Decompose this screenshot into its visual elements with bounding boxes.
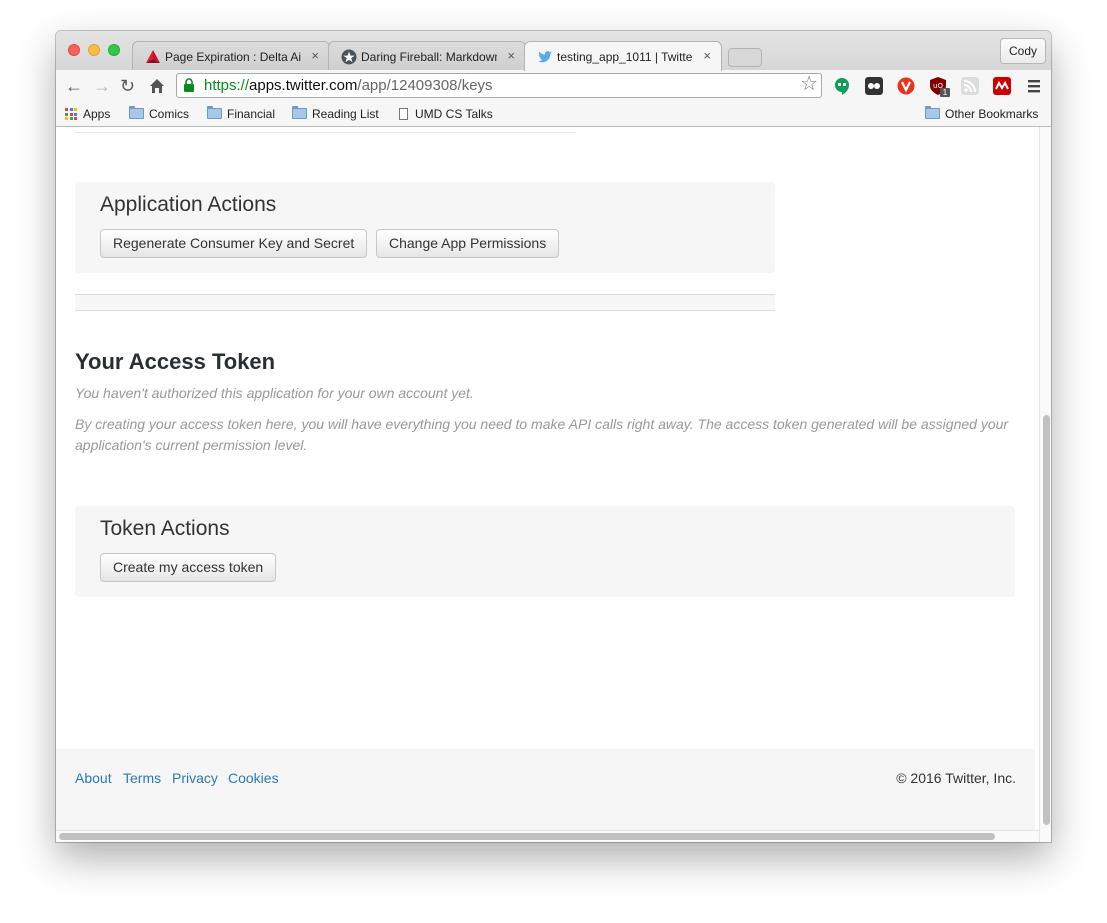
copyright-text: © 2016 Twitter, Inc.: [896, 770, 1016, 786]
divider: [75, 132, 576, 133]
page-icon: [399, 108, 408, 120]
page-footer: About Terms Privacy Cookies © 2016 Twitt…: [56, 749, 1035, 830]
regenerate-consumer-key-button[interactable]: Regenerate Consumer Key and Secret: [100, 229, 368, 258]
ublock-badge: 1: [940, 88, 950, 97]
bookmark-comics[interactable]: Comics: [129, 106, 189, 122]
bookmark-label: Reading List: [312, 107, 379, 121]
bookmark-label: Financial: [227, 107, 276, 121]
hangouts-icon[interactable]: [833, 77, 851, 95]
footer-link-privacy[interactable]: Privacy: [172, 770, 218, 786]
bookmark-apps[interactable]: Apps: [65, 106, 110, 122]
apps-grid-icon: [65, 108, 77, 120]
footer-link-terms[interactable]: Terms: [123, 770, 161, 786]
new-tab-button[interactable]: [728, 48, 762, 67]
vivaldi-icon[interactable]: [897, 77, 915, 95]
application-actions-title: Application Actions: [100, 193, 277, 216]
zoom-window-button[interactable]: [108, 44, 120, 56]
bookmark-label: UMD CS Talks: [415, 107, 493, 121]
tab-strip: Page Expiration : Delta Air Lines × Dari…: [56, 31, 1051, 71]
tab-twitter-apps[interactable]: testing_app_1011 | Twitter Apps ×: [524, 41, 722, 71]
url-scheme: https://: [204, 77, 250, 94]
ghostery-icon[interactable]: [865, 77, 883, 95]
bookmark-label: Other Bookmarks: [945, 107, 1039, 121]
not-authorized-text: You haven't authorized this application …: [75, 385, 474, 401]
home-icon[interactable]: [149, 78, 165, 94]
access-token-title: Your Access Token: [75, 349, 276, 374]
forward-arrow-icon[interactable]: →: [93, 77, 111, 95]
tab-title: Daring Fireball: Markdown Syntax: [361, 50, 497, 64]
tab-daring-fireball[interactable]: Daring Fireball: Markdown Syntax ×: [328, 41, 526, 70]
tab-title: Page Expiration : Delta Air Lines: [165, 50, 301, 64]
close-tab-icon[interactable]: ×: [311, 48, 319, 63]
create-access-token-button[interactable]: Create my access token: [100, 553, 277, 582]
browser-window: Page Expiration : Delta Air Lines × Dari…: [56, 31, 1051, 842]
bookmark-financial[interactable]: Financial: [207, 106, 275, 122]
page-viewport: Application Actions Regenerate Consumer …: [56, 127, 1051, 842]
delta-logo-icon: [146, 50, 160, 63]
divider: [75, 294, 775, 311]
menu-hamburger-icon[interactable]: [1025, 77, 1043, 95]
horizontal-scrollbar-thumb[interactable]: [59, 833, 995, 840]
rss-icon[interactable]: [961, 77, 979, 95]
folder-icon: [207, 106, 222, 119]
twitter-bird-icon: [538, 51, 552, 63]
bookmark-umd-cs-talks[interactable]: UMD CS Talks: [399, 106, 493, 122]
bookmark-other[interactable]: Other Bookmarks: [925, 106, 1038, 122]
profile-button[interactable]: Cody: [999, 38, 1046, 64]
folder-icon: [925, 106, 940, 119]
access-token-description: By creating your access token here, you …: [75, 416, 1009, 453]
bookmarks-bar: Apps Comics Financial Reading List UMD C…: [56, 102, 1051, 127]
tab-title: testing_app_1011 | Twitter Apps: [557, 50, 693, 64]
bookmark-label: Comics: [149, 107, 190, 121]
close-tab-icon[interactable]: ×: [507, 48, 515, 63]
bookmark-star-icon[interactable]: ☆: [800, 73, 818, 96]
token-actions-panel: Token Actions Create my access token: [75, 506, 1015, 597]
folder-icon: [129, 106, 144, 119]
bookmark-label: Apps: [83, 107, 111, 121]
daring-fireball-star-icon: [341, 49, 357, 65]
url-path: /app/12409308/keys: [357, 77, 493, 94]
address-bar[interactable]: https://apps.twitter.com/app/12409308/ke…: [176, 73, 822, 98]
browser-toolbar: ← → ↻ https://apps.twitter.com/app/12409…: [56, 70, 1051, 102]
back-arrow-icon[interactable]: ←: [65, 77, 83, 95]
folder-icon: [292, 106, 307, 119]
vertical-scrollbar[interactable]: [1039, 127, 1051, 842]
reload-icon[interactable]: ↻: [120, 77, 135, 95]
url-host: apps.twitter.com: [249, 77, 358, 94]
token-actions-title: Token Actions: [100, 517, 230, 540]
footer-link-cookies[interactable]: Cookies: [228, 770, 279, 786]
application-actions-panel: Application Actions Regenerate Consumer …: [75, 182, 775, 273]
horizontal-scrollbar[interactable]: [56, 830, 1039, 842]
bookmark-reading-list[interactable]: Reading List: [292, 106, 379, 122]
url-text: https://apps.twitter.com/app/12409308/ke…: [204, 74, 493, 97]
close-tab-icon[interactable]: ×: [703, 48, 711, 63]
vertical-scrollbar-thumb[interactable]: [1043, 415, 1050, 825]
close-window-button[interactable]: [68, 44, 80, 56]
tab-delta[interactable]: Page Expiration : Delta Air Lines ×: [132, 41, 330, 70]
lock-icon: [184, 78, 194, 92]
minimize-window-button[interactable]: [88, 44, 100, 56]
footer-link-about[interactable]: About: [75, 770, 112, 786]
change-app-permissions-button[interactable]: Change App Permissions: [376, 229, 560, 258]
mendeley-icon[interactable]: [993, 77, 1011, 95]
